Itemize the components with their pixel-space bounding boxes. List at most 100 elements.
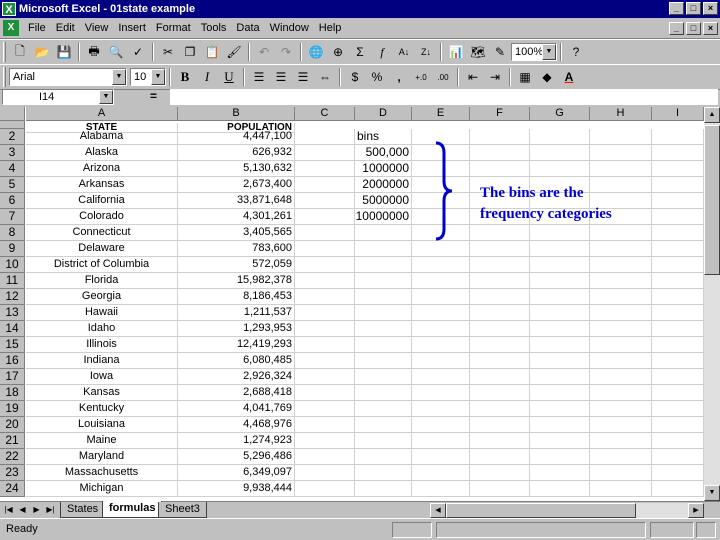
cell-d21[interactable] [355, 433, 412, 449]
cell-a24[interactable]: Michigan [26, 481, 178, 497]
cell-i11[interactable] [652, 273, 704, 289]
cell-d8[interactable] [355, 225, 412, 241]
chevron-down-icon[interactable]: ▼ [112, 69, 126, 85]
cell-a19[interactable]: Kentucky [26, 401, 178, 417]
cell-f18[interactable] [470, 385, 530, 401]
cell-a8[interactable]: Connecticut [26, 225, 178, 241]
format-painter-icon[interactable]: 🖌 [223, 42, 245, 62]
edit-formula-button[interactable]: = [150, 89, 157, 103]
row-header-17[interactable]: 17 [0, 369, 25, 385]
row-header-3[interactable]: 3 [0, 145, 25, 161]
menu-tools[interactable]: Tools [196, 22, 232, 34]
row-header-14[interactable]: 14 [0, 321, 25, 337]
open-icon[interactable]: 📂 [31, 42, 53, 62]
chevron-down-icon[interactable]: ▼ [151, 69, 165, 85]
cell-e9[interactable] [412, 241, 470, 257]
cell-e18[interactable] [412, 385, 470, 401]
column-header-g[interactable]: G [530, 107, 590, 121]
cell-a4[interactable]: Arizona [26, 161, 178, 177]
cell-d11[interactable] [355, 273, 412, 289]
column-header-d[interactable]: D [355, 107, 412, 121]
cell-e23[interactable] [412, 465, 470, 481]
paste-icon[interactable]: 📋 [201, 42, 223, 62]
cell-a13[interactable]: Hawaii [26, 305, 178, 321]
toolbar-grip[interactable] [3, 42, 6, 62]
menu-window[interactable]: Window [265, 22, 314, 34]
menu-insert[interactable]: Insert [113, 22, 151, 34]
cell-f21[interactable] [470, 433, 530, 449]
cell-d14[interactable] [355, 321, 412, 337]
cell-e14[interactable] [412, 321, 470, 337]
cell-b14[interactable]: 1,293,953 [178, 321, 295, 337]
cell-d4[interactable]: 1000000 [355, 161, 412, 177]
column-header-b[interactable]: B [178, 107, 295, 121]
web-toolbar-icon[interactable]: ⊕ [327, 42, 349, 62]
cell-g20[interactable] [530, 417, 590, 433]
worksheet-grid[interactable]: A B C D E F G H I STATE POPULATION 2 Alabama 4,447,10… [0, 107, 704, 501]
cell-e13[interactable] [412, 305, 470, 321]
cell-h21[interactable] [590, 433, 652, 449]
cell-a11[interactable]: Florida [26, 273, 178, 289]
cell-b10[interactable]: 572,059 [178, 257, 295, 273]
cell-b2[interactable]: 4,447,100 [178, 129, 295, 145]
cell-e20[interactable] [412, 417, 470, 433]
scroll-up-icon[interactable]: ▲ [704, 107, 720, 123]
row-header-15[interactable]: 15 [0, 337, 25, 353]
cell-h2[interactable] [590, 129, 652, 145]
cell-f24[interactable] [470, 481, 530, 497]
cell-i10[interactable] [652, 257, 704, 273]
cell-g21[interactable] [530, 433, 590, 449]
row-header-22[interactable]: 22 [0, 449, 25, 465]
cell-a22[interactable]: Maryland [26, 449, 178, 465]
menu-format[interactable]: Format [151, 22, 196, 34]
cell-g14[interactable] [530, 321, 590, 337]
cell-i2[interactable] [652, 129, 704, 145]
excel-icon[interactable]: X [2, 2, 16, 16]
save-icon[interactable]: 💾 [53, 42, 75, 62]
cell-b16[interactable]: 6,080,485 [178, 353, 295, 369]
cell-d10[interactable] [355, 257, 412, 273]
cell-c3[interactable] [295, 145, 355, 161]
next-sheet-icon[interactable]: ▶ [30, 503, 43, 517]
cell-g19[interactable] [530, 401, 590, 417]
cell-f10[interactable] [470, 257, 530, 273]
cell-h22[interactable] [590, 449, 652, 465]
cell-f3[interactable] [470, 145, 530, 161]
increase-decimal-icon[interactable]: +.0 [410, 67, 432, 87]
cell-d15[interactable] [355, 337, 412, 353]
cell-f17[interactable] [470, 369, 530, 385]
cell-d6[interactable]: 5000000 [355, 193, 412, 209]
cell-a16[interactable]: Indiana [26, 353, 178, 369]
row-header-24[interactable]: 24 [0, 481, 25, 497]
cell-f2[interactable] [470, 129, 530, 145]
cell-b9[interactable]: 783,600 [178, 241, 295, 257]
cell-g8[interactable] [530, 225, 590, 241]
cell-f12[interactable] [470, 289, 530, 305]
cell-c21[interactable] [295, 433, 355, 449]
function-icon[interactable]: f [371, 42, 393, 62]
column-header-h[interactable]: H [590, 107, 652, 121]
cell-d12[interactable] [355, 289, 412, 305]
sort-descending-icon[interactable]: Z↓ [415, 42, 437, 62]
row-header-19[interactable]: 19 [0, 401, 25, 417]
cell-f14[interactable] [470, 321, 530, 337]
cell-c11[interactable] [295, 273, 355, 289]
formula-input[interactable] [170, 89, 718, 105]
drawing-icon[interactable]: ✎ [489, 42, 511, 62]
increase-indent-icon[interactable]: ⇥ [484, 67, 506, 87]
cell-e15[interactable] [412, 337, 470, 353]
row-header-4[interactable]: 4 [0, 161, 25, 177]
cell-b17[interactable]: 2,926,324 [178, 369, 295, 385]
cell-a17[interactable]: Iowa [26, 369, 178, 385]
cell-a5[interactable]: Arkansas [26, 177, 178, 193]
align-right-icon[interactable]: ☰ [292, 67, 314, 87]
zoom-select[interactable]: 100% ▼ [511, 43, 557, 61]
decrease-indent-icon[interactable]: ⇤ [462, 67, 484, 87]
doc-restore-button[interactable]: □ [686, 22, 701, 35]
cell-f15[interactable] [470, 337, 530, 353]
cell-g16[interactable] [530, 353, 590, 369]
cell-i20[interactable] [652, 417, 704, 433]
cell-a15[interactable]: Illinois [26, 337, 178, 353]
cell-h9[interactable] [590, 241, 652, 257]
cell-b7[interactable]: 4,301,261 [178, 209, 295, 225]
